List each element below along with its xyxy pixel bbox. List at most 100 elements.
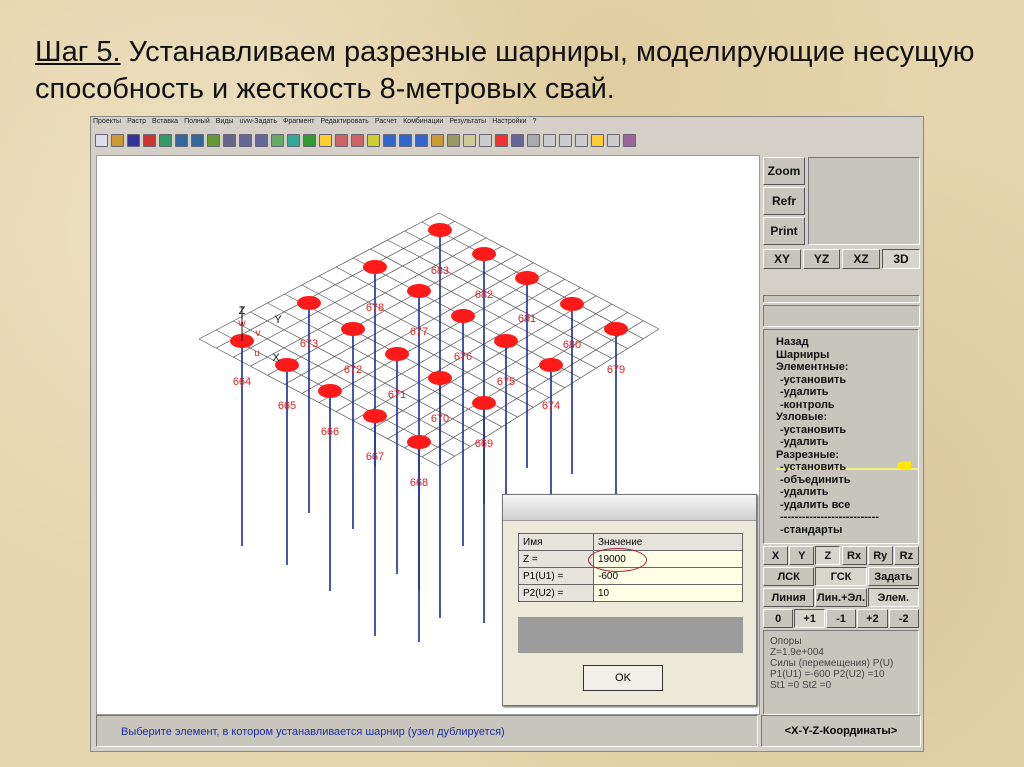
view-xz-button[interactable]: XZ: [842, 249, 880, 269]
menu-option[interactable]: -удалить: [776, 436, 918, 449]
toolbar-button-icon[interactable]: [319, 133, 332, 147]
toolbar-button-icon[interactable]: [543, 133, 556, 147]
hinge-marker[interactable]: [494, 334, 518, 348]
hinge-marker[interactable]: [297, 296, 321, 310]
menu-item[interactable]: Вставка: [152, 118, 178, 129]
menu-item[interactable]: Полный: [184, 118, 210, 129]
view-3d-button[interactable]: 3D: [882, 249, 920, 269]
hinge-marker[interactable]: [604, 322, 628, 336]
menu-item[interactable]: Редактировать: [320, 118, 368, 129]
hinge-marker[interactable]: [472, 396, 496, 410]
toolbar-button-icon[interactable]: [111, 133, 124, 147]
coordinates-button[interactable]: <X-Y-Z-Координаты>: [761, 715, 921, 747]
hinge-marker[interactable]: [428, 223, 452, 237]
toolbar-button-icon[interactable]: [623, 133, 636, 147]
menu-option[interactable]: -установить: [776, 374, 918, 387]
mode-buttons-2[interactable]: Элем.: [867, 588, 919, 607]
menu-item[interactable]: Виды: [216, 118, 234, 129]
toolbar-button-icon[interactable]: [575, 133, 588, 147]
hinge-marker[interactable]: [363, 260, 387, 274]
hinge-marker[interactable]: [472, 247, 496, 261]
refresh-button[interactable]: Refr: [763, 187, 805, 215]
axis-buttons-2[interactable]: Z: [815, 546, 841, 565]
menu-option[interactable]: -стандарты: [776, 524, 918, 537]
cs-buttons-2[interactable]: Задать: [867, 567, 919, 586]
toolbar-button-icon[interactable]: [383, 133, 396, 147]
axis-buttons-5[interactable]: Rz: [893, 546, 919, 565]
print-button[interactable]: Print: [763, 217, 805, 245]
toolbar-button-icon[interactable]: [415, 133, 428, 147]
axis-buttons-1[interactable]: Y: [789, 546, 815, 565]
param-value-p2[interactable]: 10: [593, 584, 743, 602]
mode-buttons-0[interactable]: Линия: [763, 588, 815, 607]
toolbar-button-icon[interactable]: [431, 133, 444, 147]
hinge-marker[interactable]: [341, 322, 365, 336]
ok-button[interactable]: OK: [583, 665, 663, 691]
toolbar-button-icon[interactable]: [607, 133, 620, 147]
hinge-marker[interactable]: [318, 384, 342, 398]
view-xy-button[interactable]: XY: [763, 249, 801, 269]
menu-item[interactable]: Фрагмент: [283, 118, 314, 129]
toolbar-button-icon[interactable]: [207, 133, 220, 147]
toolbar-button-icon[interactable]: [271, 133, 284, 147]
toolbar-button-icon[interactable]: [303, 133, 316, 147]
menu-item[interactable]: uvw-Задать: [239, 118, 277, 129]
toolbar-button-icon[interactable]: [591, 133, 604, 147]
zoom-button[interactable]: Zoom: [763, 157, 805, 185]
mode-buttons-1[interactable]: Лин.+Эл.: [815, 588, 867, 607]
toolbar-button-icon[interactable]: [191, 133, 204, 147]
toolbar-button-icon[interactable]: [367, 133, 380, 147]
toolbar-button-icon[interactable]: [127, 133, 140, 147]
view-yz-button[interactable]: YZ: [803, 249, 840, 269]
step-buttons-3[interactable]: +2: [857, 609, 888, 628]
hinge-marker[interactable]: [515, 271, 539, 285]
menu-item[interactable]: Настройки: [492, 118, 526, 129]
toolbar-button-icon[interactable]: [351, 133, 364, 147]
hinge-marker[interactable]: [407, 284, 431, 298]
menu-item[interactable]: Расчет: [375, 118, 397, 129]
menu-item[interactable]: Растр: [127, 118, 146, 129]
axis-buttons-4[interactable]: Ry: [867, 546, 893, 565]
menu-item[interactable]: Комбинации: [403, 118, 443, 129]
toolbar-button-icon[interactable]: [559, 133, 572, 147]
axis-buttons-0[interactable]: X: [763, 546, 789, 565]
hinge-marker[interactable]: [363, 409, 387, 423]
menu-option[interactable]: -удалить: [776, 486, 918, 499]
hinge-marker[interactable]: [385, 347, 409, 361]
toolbar-button-icon[interactable]: [479, 133, 492, 147]
toolbar-button-icon[interactable]: [159, 133, 172, 147]
hinge-marker[interactable]: [560, 297, 584, 311]
toolbar-button-icon[interactable]: [463, 133, 476, 147]
toolbar-button-icon[interactable]: [527, 133, 540, 147]
toolbar-button-icon[interactable]: [175, 133, 188, 147]
step-buttons-4[interactable]: -2: [888, 609, 919, 628]
toolbar-button-icon[interactable]: [447, 133, 460, 147]
menu-option[interactable]: -установить: [776, 424, 918, 437]
hinge-marker[interactable]: [539, 358, 563, 372]
cs-buttons-1[interactable]: ГСК: [815, 567, 867, 586]
menu-item[interactable]: Проекты: [93, 118, 121, 129]
toolbar-button-icon[interactable]: [287, 133, 300, 147]
toolbar-button-icon[interactable]: [335, 133, 348, 147]
hinge-marker[interactable]: [407, 435, 431, 449]
menu-option[interactable]: -объединить: [776, 474, 918, 487]
toolbar-button-icon[interactable]: [255, 133, 268, 147]
toolbar-button-icon[interactable]: [495, 133, 508, 147]
toolbar-button-icon[interactable]: [511, 133, 524, 147]
menu-item[interactable]: Результаты: [449, 118, 486, 129]
axis-buttons-3[interactable]: Rx: [841, 546, 867, 565]
step-buttons-0[interactable]: 0: [763, 609, 794, 628]
step-buttons-2[interactable]: -1: [825, 609, 857, 628]
hinge-marker[interactable]: [428, 371, 452, 385]
menu-option[interactable]: -удалить: [776, 386, 918, 399]
toolbar-button-icon[interactable]: [143, 133, 156, 147]
step-buttons-1[interactable]: +1: [794, 609, 825, 628]
toolbar-button-icon[interactable]: [239, 133, 252, 147]
menu-item[interactable]: ?: [533, 118, 537, 129]
toolbar-button-icon[interactable]: [95, 133, 108, 147]
menu-option[interactable]: -удалить все: [776, 499, 918, 512]
cs-buttons-0[interactable]: ЛСК: [763, 567, 815, 586]
hinge-marker[interactable]: [451, 309, 475, 323]
toolbar-button-icon[interactable]: [399, 133, 412, 147]
menu-option[interactable]: -контроль: [776, 399, 918, 412]
